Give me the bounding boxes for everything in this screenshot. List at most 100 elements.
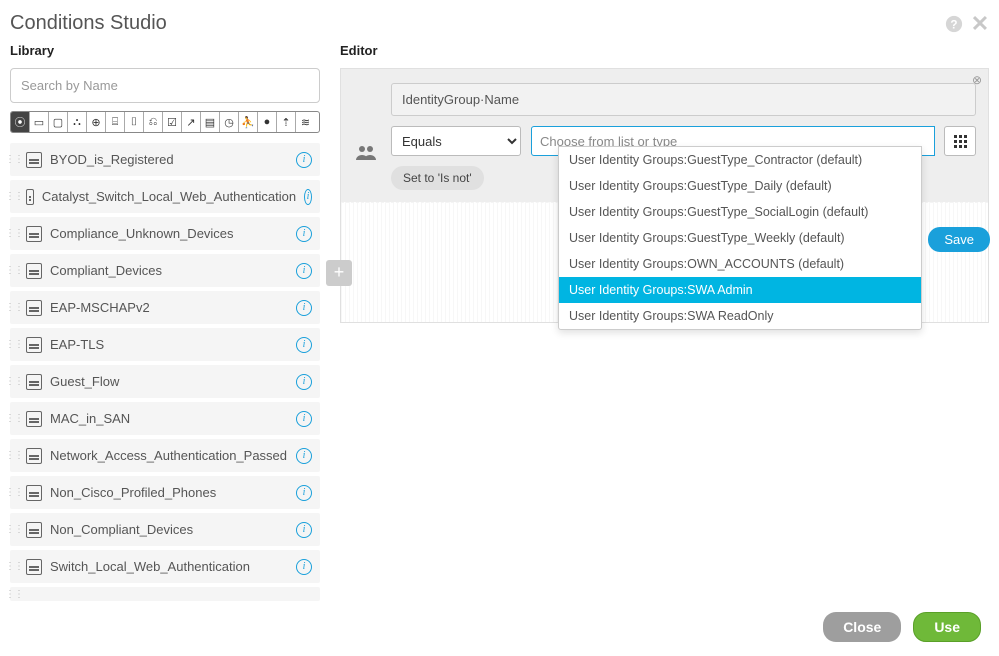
set-isnot-button[interactable]: Set to 'Is not' <box>391 166 484 190</box>
condition-icon <box>26 522 42 538</box>
dropdown-option[interactable]: User Identity Groups:SWA Admin <box>559 277 921 303</box>
tb-card-icon[interactable]: ▭ <box>30 112 49 132</box>
info-icon[interactable] <box>296 559 312 575</box>
drag-handle-icon[interactable] <box>10 513 18 546</box>
tb-flow-icon[interactable]: ⎌ <box>144 112 163 132</box>
grid-picker-icon[interactable] <box>944 126 976 156</box>
library-item[interactable]: Non_Compliant_Devices <box>10 513 320 546</box>
drag-handle-icon[interactable] <box>10 402 18 435</box>
drag-handle-icon[interactable] <box>10 217 18 250</box>
library-item[interactable]: Compliant_Devices <box>10 254 320 287</box>
tb-display-icon[interactable]: ⌷ <box>125 112 144 132</box>
info-icon[interactable] <box>296 263 312 279</box>
dropdown-option[interactable]: User Identity Groups:GuestType_Daily (de… <box>559 173 921 199</box>
tb-check-icon[interactable]: ☑ <box>163 112 182 132</box>
library-item[interactable]: Guest_Flow <box>10 365 320 398</box>
dropdown-option[interactable]: User Identity Groups:GuestType_SocialLog… <box>559 199 921 225</box>
tb-location-icon[interactable]: ⦿ <box>11 112 30 132</box>
library-item-label: Network_Access_Authentication_Passed <box>50 448 288 463</box>
drag-handle-icon[interactable] <box>10 328 18 361</box>
info-icon[interactable] <box>296 337 312 353</box>
library-item-label: Non_Cisco_Profiled_Phones <box>50 485 288 500</box>
info-icon[interactable] <box>296 226 312 242</box>
dropdown-option[interactable]: User Identity Groups:SWA ReadOnly <box>559 303 921 329</box>
library-item-label: Switch_Local_Web_Authentication <box>50 559 288 574</box>
tb-globe-icon[interactable]: ⊕ <box>87 112 106 132</box>
editor-title: Editor <box>340 43 989 58</box>
drag-handle-icon[interactable] <box>10 365 18 398</box>
close-button[interactable]: Close <box>823 612 901 642</box>
library-item-label: BYOD_is_Registered <box>50 152 288 167</box>
identity-group-icon <box>353 113 379 190</box>
svg-text:?: ? <box>950 18 957 31</box>
tb-group-icon[interactable]: ⛬ <box>68 112 87 132</box>
condition-icon <box>26 411 42 427</box>
drag-handle-icon[interactable] <box>10 439 18 472</box>
library-item[interactable]: Network_Access_Authentication_Passed <box>10 439 320 472</box>
use-button[interactable]: Use <box>913 612 981 642</box>
condition-icon <box>26 374 42 390</box>
tb-user-icon[interactable]: ⛹ <box>239 112 258 132</box>
library-item-label: MAC_in_SAN <box>50 411 288 426</box>
condition-icon <box>26 559 42 575</box>
drag-handle-icon[interactable] <box>10 143 18 176</box>
tb-signal-icon[interactable]: ≋ <box>296 112 315 132</box>
drag-handle-icon[interactable] <box>10 180 18 213</box>
tb-server-icon[interactable]: ▤ <box>201 112 220 132</box>
filter-toolbar: ⦿ ▭ ▢ ⛬ ⊕ ⌸ ⌷ ⎌ ☑ ↗ ▤ ◷ ⛹ ● ⇡ ≋ <box>10 111 320 133</box>
library-item[interactable]: Compliance_Unknown_Devices <box>10 217 320 250</box>
close-icon[interactable]: ✕ <box>971 15 989 33</box>
library-item-label: Compliant_Devices <box>50 263 288 278</box>
dropdown-option[interactable]: User Identity Groups:OWN_ACCOUNTS (defau… <box>559 251 921 277</box>
library-item[interactable]: Catalyst_Switch_Local_Web_Authentication <box>10 180 320 213</box>
condition-icon <box>26 300 42 316</box>
info-icon[interactable] <box>296 411 312 427</box>
drag-handle-icon[interactable] <box>10 550 18 583</box>
tb-wifi-icon[interactable]: ⇡ <box>277 112 296 132</box>
condition-close-icon[interactable]: ⊗ <box>972 73 982 87</box>
add-condition-icon[interactable]: + <box>326 260 352 286</box>
dropdown-option[interactable]: User Identity Groups:GuestType_Weekly (d… <box>559 225 921 251</box>
info-icon[interactable] <box>296 152 312 168</box>
info-icon[interactable] <box>296 300 312 316</box>
save-button[interactable]: Save <box>928 227 990 252</box>
info-icon[interactable] <box>296 485 312 501</box>
library-item[interactable]: MAC_in_SAN <box>10 402 320 435</box>
condition-icon <box>26 152 42 168</box>
info-icon[interactable] <box>296 448 312 464</box>
library-title: Library <box>10 43 320 58</box>
dropdown-option[interactable]: User Identity Groups:GuestType_Contracto… <box>559 147 921 173</box>
library-item-label: Non_Compliant_Devices <box>50 522 288 537</box>
library-item-label: EAP-TLS <box>50 337 288 352</box>
library-item-more <box>10 587 320 601</box>
info-icon[interactable] <box>296 374 312 390</box>
operator-select[interactable]: Equals <box>391 126 521 156</box>
info-icon[interactable] <box>304 189 312 205</box>
library-item-label: Guest_Flow <box>50 374 288 389</box>
info-icon[interactable] <box>296 522 312 538</box>
library-item-label: Catalyst_Switch_Local_Web_Authentication <box>42 189 296 204</box>
library-item[interactable]: EAP-TLS <box>10 328 320 361</box>
condition-icon <box>26 263 42 279</box>
help-icon[interactable]: ? <box>945 15 963 33</box>
condition-icon <box>26 448 42 464</box>
drag-handle-icon[interactable] <box>10 254 18 287</box>
page-title: Conditions Studio <box>10 12 167 35</box>
condition-icon <box>26 189 34 205</box>
library-item[interactable]: BYOD_is_Registered <box>10 143 320 176</box>
attribute-field[interactable]: IdentityGroup·Name <box>391 83 976 116</box>
value-dropdown: User Identity Groups:GuestType_Contracto… <box>558 146 922 330</box>
tb-clock-icon[interactable]: ◷ <box>220 112 239 132</box>
library-item[interactable]: Non_Cisco_Profiled_Phones <box>10 476 320 509</box>
tb-check2-icon[interactable]: ● <box>258 112 277 132</box>
library-item[interactable]: EAP-MSCHAPv2 <box>10 291 320 324</box>
condition-icon <box>26 226 42 242</box>
search-input[interactable] <box>10 68 320 103</box>
tb-launch-icon[interactable]: ↗ <box>182 112 201 132</box>
library-item[interactable]: Switch_Local_Web_Authentication <box>10 550 320 583</box>
drag-handle-icon[interactable] <box>10 476 18 509</box>
tb-device-icon[interactable]: ▢ <box>49 112 68 132</box>
tb-monitor-icon[interactable]: ⌸ <box>106 112 125 132</box>
library-item-label: EAP-MSCHAPv2 <box>50 300 288 315</box>
drag-handle-icon[interactable] <box>10 291 18 324</box>
